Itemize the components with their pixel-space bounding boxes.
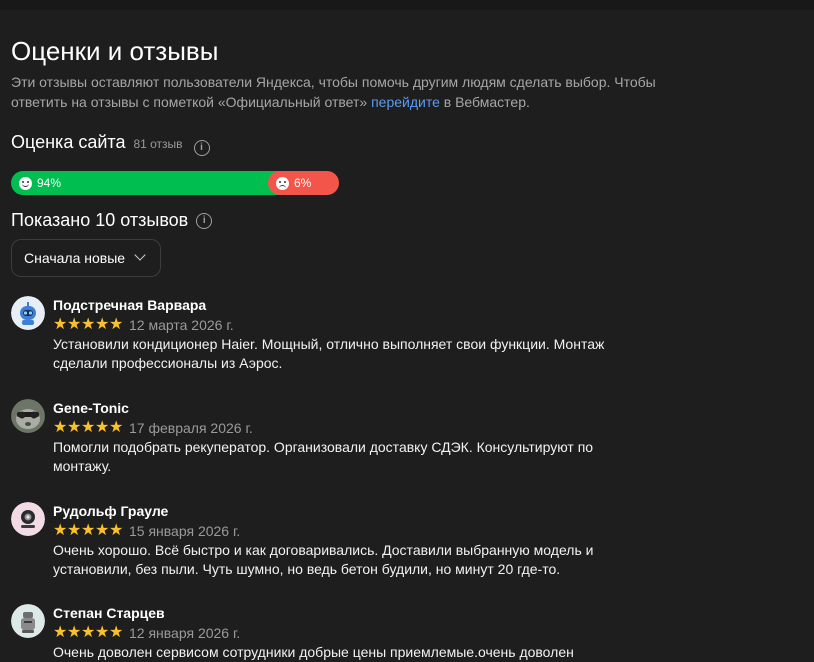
star-icon: ★ <box>81 419 96 436</box>
star-icon: ★ <box>109 419 124 436</box>
review-date: 12 января 2026 г. <box>129 625 241 641</box>
reviewer-name[interactable]: Gene-Tonic <box>53 399 643 418</box>
avatar[interactable] <box>11 399 45 433</box>
star-icon: ★ <box>67 624 82 641</box>
avatar[interactable] <box>11 502 45 536</box>
avatar[interactable] <box>11 604 45 638</box>
star-icon: ★ <box>53 624 68 641</box>
happy-face-icon <box>19 176 32 190</box>
star-icon: ★ <box>53 316 68 333</box>
page-title: Оценки и отзывы <box>11 36 219 66</box>
review-date: 12 марта 2026 г. <box>129 317 234 333</box>
review-date: 15 января 2026 г. <box>129 523 241 539</box>
star-icon: ★ <box>95 624 110 641</box>
star-icon: ★ <box>95 316 110 333</box>
sort-label: Сначала новые <box>24 250 126 266</box>
star-icon: ★ <box>81 522 96 539</box>
sort-dropdown[interactable]: Сначала новые <box>11 239 161 277</box>
site-rating-title: Оценка сайта <box>11 132 126 152</box>
review-text: Установили кондиционер Haier. Мощный, от… <box>53 336 605 371</box>
star-icon: ★ <box>109 624 124 641</box>
info-icon[interactable]: i <box>193 140 210 156</box>
shown-reviews-header: Показано 10 отзывов i <box>11 210 213 231</box>
rating-bar: 94% 6% <box>11 171 339 195</box>
star-icon: ★ <box>81 624 96 641</box>
star-icon: ★ <box>81 316 96 333</box>
negative-share: 6% <box>268 171 339 195</box>
star-icon: ★ <box>109 316 124 333</box>
review-text: Очень доволен сервисом сотрудники добрые… <box>53 644 574 660</box>
star-rating: ★ ★ ★ ★ ★ <box>53 317 123 333</box>
intro-text-before: Эти отзывы оставляют пользователи Яндекс… <box>11 74 656 110</box>
intro-text: Эти отзывы оставляют пользователи Яндекс… <box>11 72 671 112</box>
review-text: Очень хорошо. Всё быстро и как договарив… <box>53 542 594 577</box>
star-icon: ★ <box>95 522 110 539</box>
star-icon: ★ <box>67 522 82 539</box>
top-bar <box>0 0 814 10</box>
star-icon: ★ <box>67 419 82 436</box>
webmaster-link[interactable]: перейдите <box>371 94 440 110</box>
positive-percent: 94% <box>37 176 62 190</box>
reviewer-name[interactable]: Рудольф Грауле <box>53 502 643 521</box>
review-text: Помогли подобрать рекуператор. Организов… <box>53 439 594 474</box>
star-icon: ★ <box>67 316 82 333</box>
negative-percent: 6% <box>294 176 312 190</box>
star-rating: ★ ★ ★ ★ ★ <box>53 523 123 539</box>
review-date: 17 февраля 2026 г. <box>129 420 253 436</box>
star-rating: ★ ★ ★ ★ ★ <box>53 625 123 641</box>
site-rating-header: Оценка сайта 81 отзыв i <box>11 132 210 156</box>
star-icon: ★ <box>53 522 68 539</box>
review-count: 81 отзыв <box>133 137 183 151</box>
intro-text-after: в Вебмастер. <box>439 94 530 110</box>
sad-face-icon <box>276 176 289 190</box>
chevron-down-icon <box>134 249 146 261</box>
star-icon: ★ <box>109 522 124 539</box>
positive-share: 94% <box>11 171 280 195</box>
avatar[interactable] <box>11 296 45 330</box>
info-icon[interactable]: i <box>196 212 213 229</box>
shown-reviews-title: Показано 10 отзывов <box>11 210 189 230</box>
star-icon: ★ <box>53 419 68 436</box>
reviewer-name[interactable]: Подстречная Варвара <box>53 296 643 315</box>
star-rating: ★ ★ ★ ★ ★ <box>53 420 123 436</box>
star-icon: ★ <box>95 419 110 436</box>
reviewer-name[interactable]: Степан Старцев <box>53 604 643 623</box>
